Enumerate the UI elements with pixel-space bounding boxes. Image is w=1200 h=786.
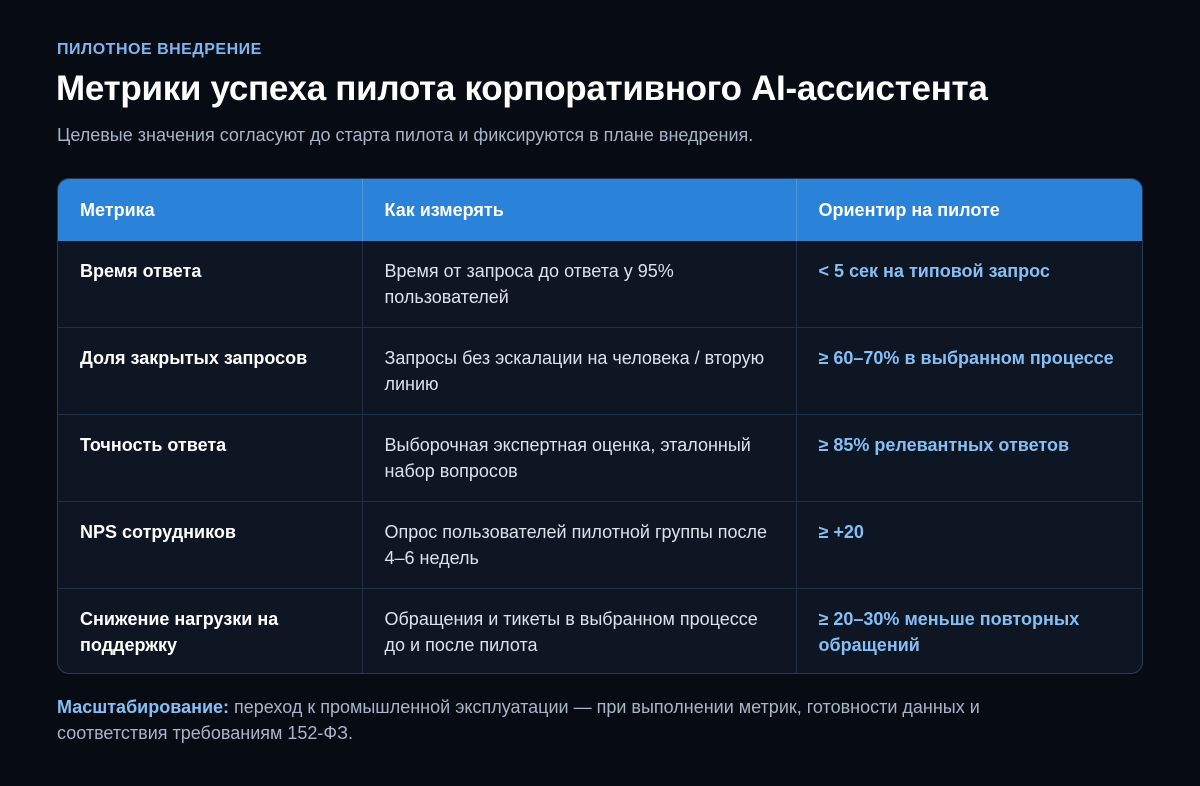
table-header-row: Метрика Как измерять Ориентир на пилоте — [58, 179, 1142, 241]
metrics-table: Метрика Как измерять Ориентир на пилоте … — [57, 178, 1143, 674]
metric-cell: Доля закрытых запросов — [58, 327, 363, 415]
table-row: Доля закрытых запросов Запросы без эскал… — [58, 327, 1142, 415]
target-cell: ≥ 85% релевантных ответов — [818, 435, 1070, 456]
page-subtitle: Целевые значения согласуют до старта пил… — [57, 125, 754, 145]
eyebrow-label: ПИЛОТНОЕ ВНЕДРЕНИЕ — [57, 41, 262, 58]
target-cell: ≥ 60–70% в выбранном процессе — [818, 348, 1114, 369]
measure-cell: Время от запроса до ответа у 95% пользов… — [362, 241, 797, 328]
table-row: Точность ответа Выборочная экспертная оц… — [58, 414, 1142, 502]
scaling-note-label: Масштабирование: — [57, 697, 230, 717]
column-header-target: Ориентир на пилоте — [818, 199, 1000, 220]
measure-cell: Запросы без эскалации на человека / втор… — [362, 327, 797, 415]
metric-cell: Снижение нагрузки на поддержку — [58, 588, 363, 673]
measure-cell: Опрос пользователей пилотной группы посл… — [362, 501, 797, 589]
page-title: Метрики успеха пилота корпоративного AI-… — [56, 69, 988, 108]
metric-cell: Точность ответа — [58, 414, 363, 502]
scaling-note: Масштабирование: переход к промышленной … — [57, 694, 1017, 746]
column-header-metric: Метрика — [58, 179, 363, 241]
measure-cell: Обращения и тикеты в выбранном процессе … — [362, 588, 797, 673]
column-header-measure: Как измерять — [362, 179, 797, 241]
metric-cell: NPS сотрудников — [58, 501, 363, 589]
target-cell: ≥ 20–30% меньше повторных обращений — [818, 608, 1080, 655]
table-row: Снижение нагрузки на поддержку Обращения… — [58, 588, 1142, 673]
measure-cell: Выборочная экспертная оценка, эталонный … — [362, 414, 797, 502]
metric-cell: Время ответа — [58, 241, 363, 328]
table-row: NPS сотрудников Опрос пользователей пило… — [58, 501, 1142, 589]
target-cell: ≥ +20 — [818, 521, 864, 542]
table-row: Время ответа Время от запроса до ответа … — [58, 241, 1142, 328]
target-cell: < 5 сек на типовой запрос — [818, 261, 1050, 281]
